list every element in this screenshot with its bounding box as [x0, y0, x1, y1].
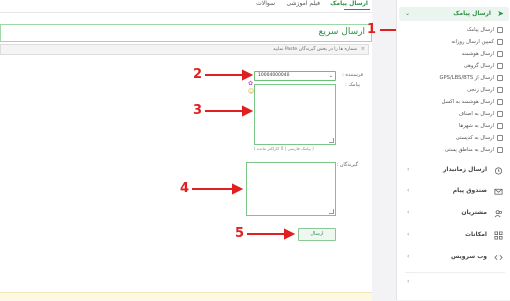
annotation-5: 5: [235, 226, 245, 241]
chevron-left-icon: ‹: [407, 187, 410, 194]
code-icon: [494, 254, 503, 261]
sidebar-item-postal-area-send[interactable]: ارسال به مناطق پستی: [445, 145, 503, 155]
sidebar-item-smart-send[interactable]: ارسال هوشمند: [462, 49, 503, 59]
sidebar-section-customers[interactable]: مشتریان ‹: [397, 205, 510, 223]
sidebar-item-group-send[interactable]: ارسال گروهی: [464, 61, 503, 71]
users-icon: [494, 210, 503, 218]
users-icon: [497, 62, 503, 69]
sidebar-item-send-sms[interactable]: ارسال پیامک: [467, 25, 503, 35]
annotation-3: 3: [193, 103, 203, 118]
chevron-left-icon: ‹: [407, 253, 410, 260]
sidebar-item-daily-campaign[interactable]: کمپین ارسال روزانه: [451, 37, 503, 47]
bulb-icon: [497, 50, 503, 57]
sidebar-item-excel-send[interactable]: ارسال هوشمند به اکسل: [442, 97, 503, 107]
edit-icon: [497, 26, 503, 33]
send-icon: ➤: [497, 9, 504, 18]
annotation-1: 1: [367, 22, 377, 37]
mail-icon: [497, 134, 503, 141]
chevron-down-icon: ⌄: [405, 10, 411, 17]
envelope-icon: [494, 188, 503, 195]
annotation-4: 4: [180, 181, 190, 196]
sidebar-item-gps-send[interactable]: ارسال از GPS/LBS/BTS: [440, 73, 503, 83]
grid-icon: [494, 231, 503, 240]
sidebar-item-chain-send[interactable]: ارسال زنجی: [467, 85, 503, 95]
link-icon: [497, 86, 503, 93]
annotation-2: 2: [193, 67, 203, 82]
sidebar-header[interactable]: ارسال پیامک ➤ ⌄: [399, 7, 509, 21]
city-icon: [497, 122, 503, 129]
excel-icon: [497, 98, 503, 105]
sidebar: ارسال پیامک ➤ ⌄ ارسال پیامک کمپین ارسال …: [396, 0, 510, 300]
alarm-clock-icon: [494, 167, 503, 175]
divider: [405, 272, 505, 273]
sidebar-item-postal-code-send[interactable]: ارسال به کدپستی: [456, 133, 503, 143]
sidebar-header-label: ارسال پیامک: [453, 10, 491, 17]
sidebar-section-scheduled[interactable]: ارسال زمانبدار ‹: [397, 162, 510, 180]
sidebar-item-guild-send[interactable]: ارسال به اصناف: [458, 109, 503, 119]
shop-icon: [497, 110, 503, 117]
sidebar-section-features[interactable]: امکانات ‹: [397, 227, 510, 245]
sidebar-item-city-send[interactable]: ارسال به شهرها: [459, 121, 503, 131]
chevron-left-icon: ‹: [407, 209, 410, 216]
location-icon: [497, 74, 503, 81]
chevron-left-icon: ‹: [407, 278, 410, 285]
map-icon: [497, 146, 503, 153]
sidebar-section-web-service[interactable]: وب سرویس ‹: [397, 249, 510, 267]
sidebar-section-inbox[interactable]: صندوق پیام ‹: [397, 183, 510, 201]
chevron-left-icon: ‹: [407, 166, 410, 173]
calendar-icon: [497, 38, 503, 45]
chevron-left-icon: ‹: [407, 231, 410, 238]
